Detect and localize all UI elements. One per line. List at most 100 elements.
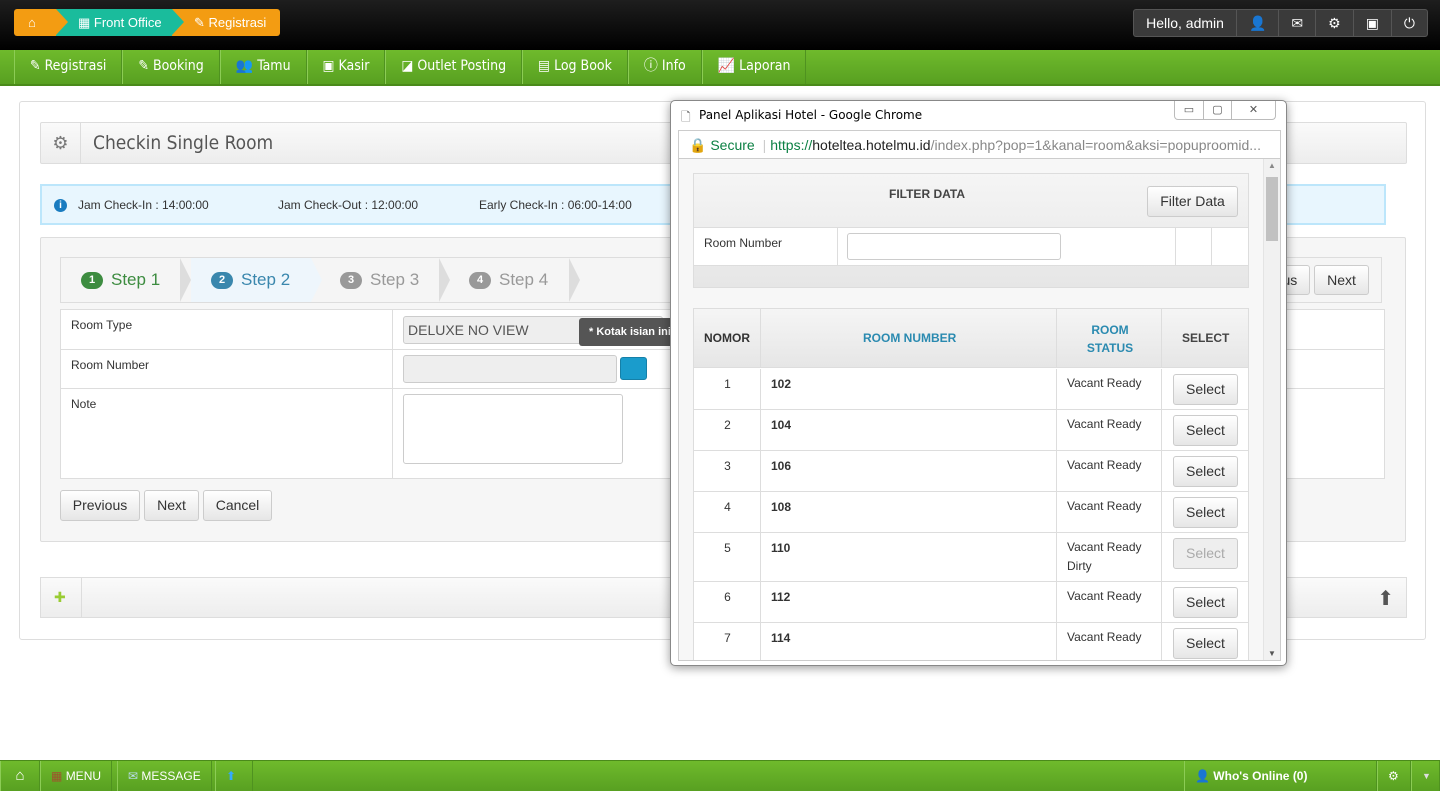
add-icon[interactable]: ✚ <box>54 589 66 606</box>
arrow-up-icon[interactable]: ⬆ <box>1377 586 1394 611</box>
col-room-number[interactable]: ROOM NUMBER <box>863 331 956 345</box>
breadcrumb-home[interactable]: ⌂ <box>14 9 68 36</box>
select-room-button[interactable]: Select <box>1173 587 1238 618</box>
breadcrumb-registrasi[interactable]: ✎ Registrasi <box>172 9 280 36</box>
minimize-icon[interactable]: ▭ <box>1175 101 1203 119</box>
menu-item-tamu[interactable]: 👥 Tamu <box>219 50 307 84</box>
table-row: 1 102 Vacant Ready Select <box>694 369 1248 410</box>
select-room-button[interactable]: Select <box>1173 415 1238 446</box>
next-button[interactable]: Next <box>144 490 199 521</box>
row-number: 5 <box>724 541 731 555</box>
popup-scrollbar[interactable]: ▲ ▼ <box>1263 159 1280 660</box>
row-number: 1 <box>724 377 731 391</box>
breadcrumb-front-office[interactable]: ▦ Front Office <box>56 9 184 36</box>
table-row: 5 110 Vacant Ready Dirty Select <box>694 533 1248 582</box>
popup-viewport: FILTER DATA Filter Data Room Number NOMO… <box>678 158 1281 661</box>
upload-icon[interactable]: ⬆ <box>215 761 253 791</box>
home-icon[interactable]: ⌂ <box>0 761 40 791</box>
menu-item-registrasi[interactable]: ✎ Registrasi <box>14 50 123 84</box>
room-status: Vacant Ready <box>1067 458 1142 472</box>
menu-icon: 👥 <box>235 58 254 74</box>
checkout-time: Jam Check-Out : 12:00:00 <box>278 198 419 212</box>
room-number: 114 <box>771 631 791 645</box>
table-row: 4 108 Vacant Ready Select <box>694 492 1248 533</box>
user-greeting[interactable]: Hello, admin <box>1134 10 1236 36</box>
room-number: 104 <box>771 418 792 432</box>
page-title: Checkin Single Room <box>93 132 274 154</box>
home-icon: ⌂ <box>28 15 36 30</box>
gear-icon: ⚙ <box>41 123 81 163</box>
menu-button[interactable]: ▦ MENU <box>40 761 113 791</box>
select-room-button[interactable]: Select <box>1173 456 1238 487</box>
select-room-button[interactable]: Select <box>1173 628 1238 659</box>
maximize-icon[interactable]: ▢ <box>1203 101 1231 119</box>
message-button[interactable]: ✉ MESSAGE <box>117 761 212 791</box>
row-number: 2 <box>724 418 731 432</box>
room-number: 112 <box>771 590 791 604</box>
main-menu: ✎ Registrasi ✎ Booking 👥 Tamu ▣ Kasir ◪ Outl… <box>0 50 1440 86</box>
gear-icon[interactable]: ⚙ <box>1315 10 1353 36</box>
user-icon: 👤 <box>1195 769 1210 783</box>
menu-icon: ✎ <box>30 58 41 74</box>
col-select: SELECT <box>1182 331 1230 345</box>
edit-icon: ✎ <box>194 15 209 30</box>
select-room-button[interactable]: Select <box>1173 497 1238 528</box>
validation-tooltip: * Kotak isian ini harus diisi <box>579 318 679 346</box>
previous-button[interactable]: Previous <box>60 490 140 521</box>
filter-data-button[interactable]: Filter Data <box>1147 186 1238 217</box>
step-2[interactable]: 2 Step 2 <box>191 258 311 302</box>
step-4[interactable]: 4 Step 4 <box>469 258 548 302</box>
menu-item-kasir[interactable]: ▣ Kasir <box>306 50 386 84</box>
row-number: 6 <box>724 590 731 604</box>
menu-icon: ▣ <box>322 58 335 74</box>
note-textarea[interactable] <box>403 394 623 464</box>
collapse-icon[interactable]: ▼ <box>1411 761 1440 791</box>
room-status: Vacant Ready <box>1067 376 1142 390</box>
page-icon: 🗋 <box>681 110 691 124</box>
message-icon: ✉ <box>128 769 139 783</box>
step-1[interactable]: 1 Step 1 <box>81 258 160 302</box>
checkin-time: Jam Check-In : 14:00:00 <box>78 198 209 212</box>
lock-icon: 🔒 <box>689 137 707 153</box>
menu-item-log-book[interactable]: ▤ Log Book <box>522 50 628 84</box>
room-number: 102 <box>771 377 792 391</box>
cancel-button[interactable]: Cancel <box>203 490 272 521</box>
menu-icon: ✎ <box>138 58 149 74</box>
room-lookup-button[interactable] <box>620 357 647 380</box>
step-3[interactable]: 3 Step 3 <box>340 258 419 302</box>
settings-icon[interactable]: ⚙ <box>1377 761 1411 791</box>
room-number-field[interactable] <box>403 355 617 383</box>
next-button-top[interactable]: Next <box>1314 265 1369 295</box>
info-icon: i <box>54 199 67 212</box>
col-room-status[interactable]: ROOM STATUS <box>1074 321 1146 357</box>
menu-item-info[interactable]: ⓘ Info <box>627 50 702 84</box>
popup-window: 🗋 Panel Aplikasi Hotel - Google Chrome ▭… <box>670 100 1287 666</box>
menu-icon: ◪ <box>401 58 414 74</box>
top-bar: ⌂ ▦ Front Office ✎ Registrasi Hello, adm… <box>0 0 1440 50</box>
room-status: Vacant Ready <box>1067 417 1142 431</box>
briefcase-icon[interactable]: ▣ <box>1352 10 1391 36</box>
close-icon[interactable]: ✕ <box>1231 101 1275 119</box>
filter-panel: FILTER DATA Filter Data Room Number <box>693 173 1249 288</box>
row-number: 7 <box>724 631 731 645</box>
user-icon[interactable]: 👤 <box>1235 10 1278 36</box>
filter-room-number-input[interactable] <box>847 233 1061 260</box>
row-number: 4 <box>724 500 731 514</box>
room-status: Vacant Ready <box>1067 499 1142 513</box>
room-status: Vacant Ready <box>1067 589 1142 603</box>
address-bar[interactable]: 🔒 Secure | https://hoteltea.hotelmu.id/in… <box>678 130 1281 158</box>
menu-item-booking[interactable]: ✎ Booking <box>122 50 220 84</box>
row-number: 3 <box>724 459 731 473</box>
menu-icon: ⓘ <box>643 58 658 74</box>
early-checkin: Early Check-In : 06:00-14:00 <box>479 198 632 212</box>
menu-item-outlet-posting[interactable]: ◪ Outlet Posting <box>385 50 523 84</box>
envelope-icon[interactable]: ✉ <box>1278 10 1315 36</box>
whos-online[interactable]: 👤 Who's Online (0) <box>1184 761 1377 791</box>
menu-icon: 📈 <box>717 58 736 74</box>
power-icon[interactable]: ⏻ <box>1390 10 1427 36</box>
calendar-icon: ▦ <box>78 15 94 30</box>
menu-item-laporan[interactable]: 📈 Laporan <box>701 50 807 84</box>
table-row: 7 114 Vacant Ready Select <box>694 623 1248 660</box>
select-room-button[interactable]: Select <box>1173 374 1238 405</box>
room-status: Vacant Ready Dirty <box>1067 540 1142 573</box>
